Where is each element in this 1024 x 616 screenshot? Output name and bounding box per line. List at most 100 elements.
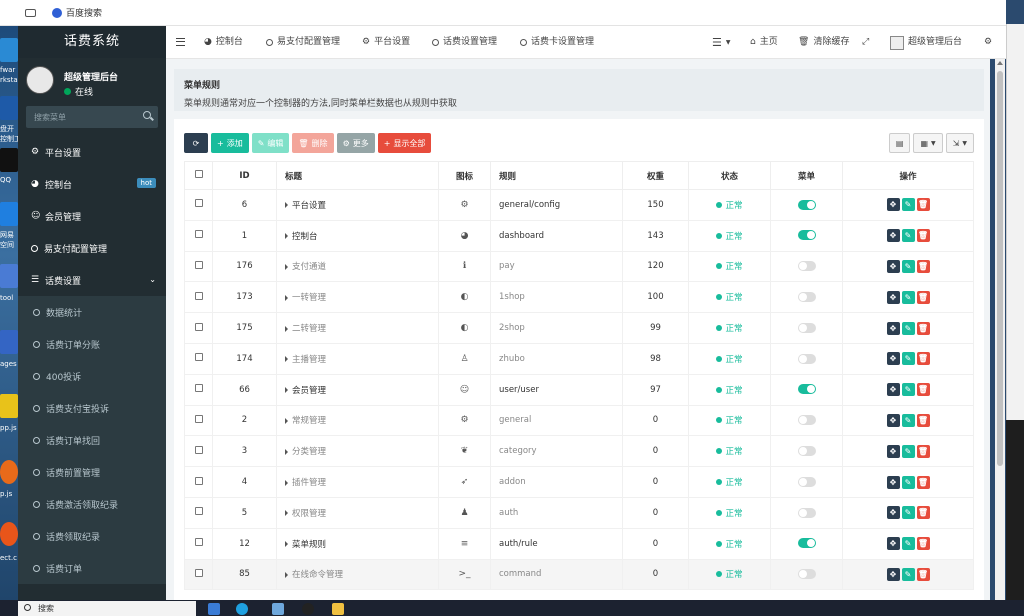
row-title-cell[interactable]: 平台设置 [276, 189, 439, 221]
delete-row-icon[interactable]: 🗑 [916, 229, 930, 243]
row-checkbox[interactable] [194, 538, 203, 547]
expand-caret-icon[interactable] [285, 294, 288, 301]
row-title-cell[interactable]: 会员管理 [276, 373, 439, 406]
edit-row-icon[interactable]: ✎ [901, 413, 915, 427]
row-title-cell[interactable]: 支付通道 [276, 250, 439, 283]
firefox-icon[interactable] [0, 522, 18, 546]
edit-row-icon[interactable]: ✎ [901, 198, 915, 212]
edit-row-icon[interactable]: ✎ [901, 383, 915, 397]
row-checkbox[interactable] [194, 476, 203, 485]
scroll-up-icon[interactable] [997, 61, 1003, 65]
menu-toggle[interactable] [797, 199, 816, 210]
sidebar-subitem[interactable]: 话费支付宝投诉 [18, 392, 166, 424]
menu-toggle[interactable] [797, 230, 816, 241]
col-menu[interactable]: 菜单 [770, 161, 843, 190]
baidu-bookmark[interactable]: 百度搜索 [52, 6, 102, 19]
sidebar-subitem[interactable]: 数据统计 [18, 296, 166, 328]
clear-cache-button[interactable]: 🗑 清除缓存 [798, 26, 849, 59]
drag-move-icon[interactable]: ✥ [886, 413, 900, 427]
tabs-dropdown-button[interactable]: ☰ ▼ [712, 26, 731, 59]
drag-move-icon[interactable]: ✥ [886, 259, 900, 273]
desktop-app-icon[interactable] [0, 330, 18, 354]
row-checkbox[interactable] [194, 230, 203, 239]
row-checkbox[interactable] [194, 199, 203, 208]
sidebar-item-phone-settings[interactable]: ☰ 话费设置 ⌄ [18, 264, 166, 296]
qq-icon[interactable] [0, 148, 18, 172]
delete-row-icon[interactable]: 🗑 [916, 198, 930, 212]
expand-caret-icon[interactable] [285, 541, 288, 548]
expand-caret-icon[interactable] [285, 479, 288, 486]
desktop-app-icon[interactable] [0, 394, 18, 418]
delete-row-icon[interactable]: 🗑 [916, 259, 930, 273]
drag-move-icon[interactable]: ✥ [886, 383, 900, 397]
sidebar-subitem[interactable]: 话费激活领取纪录 [18, 488, 166, 520]
select-all-checkbox[interactable] [194, 170, 203, 178]
table-row[interactable]: 5 权限管理 ♟ auth 0 正常 ✥ ✎ 🗑 [184, 496, 974, 529]
drag-move-icon[interactable]: ✥ [886, 537, 900, 551]
delete-row-icon[interactable]: 🗑 [916, 506, 930, 520]
row-checkbox[interactable] [194, 384, 203, 393]
table-row[interactable]: 4 插件管理 ➶ addon 0 正常 ✥ ✎ 🗑 [184, 466, 974, 498]
menu-toggle[interactable] [797, 446, 816, 457]
settings-button[interactable]: ⚙ [984, 26, 992, 59]
expand-caret-icon[interactable] [285, 510, 288, 517]
expand-caret-icon[interactable] [285, 356, 288, 363]
delete-row-icon[interactable]: 🗑 [916, 352, 930, 366]
row-title-cell[interactable]: 分类管理 [276, 435, 439, 468]
admin-menu[interactable]: 超级管理后台 [890, 26, 962, 59]
table-row[interactable]: 3 分类管理 ❦ category 0 正常 ✥ ✎ 🗑 [184, 435, 974, 468]
table-row[interactable]: 176 支付通道 ℹ pay 120 正常 ✥ ✎ 🗑 [184, 250, 974, 283]
expand-caret-icon[interactable] [285, 571, 288, 578]
menu-toggle[interactable] [797, 353, 816, 364]
row-title-cell[interactable]: 主播管理 [276, 342, 439, 375]
delete-row-icon[interactable]: 🗑 [916, 475, 930, 489]
edit-row-icon[interactable]: ✎ [901, 475, 915, 489]
row-checkbox[interactable] [194, 445, 203, 454]
sidebar-search-input[interactable] [26, 106, 158, 128]
menu-toggle[interactable] [797, 569, 816, 580]
drag-move-icon[interactable]: ✥ [886, 506, 900, 520]
delete-row-icon[interactable]: 🗑 [916, 413, 930, 427]
table-row[interactable]: 174 主播管理 ♙ zhubo 98 正常 ✥ ✎ 🗑 [184, 342, 974, 375]
taskbar-search[interactable]: 搜索 [18, 601, 196, 616]
desktop-app-icon[interactable] [0, 38, 18, 62]
delete-row-icon[interactable]: 🗑 [916, 383, 930, 397]
expand-caret-icon[interactable] [285, 233, 288, 240]
refresh-button[interactable]: ⟳ [184, 133, 208, 153]
row-checkbox[interactable] [194, 568, 203, 577]
sidebar-subitem[interactable]: 话费前置管理 [18, 456, 166, 488]
table-row[interactable]: 2 常规管理 ⚙ general 0 正常 ✥ ✎ 🗑 [184, 404, 974, 437]
delete-row-icon[interactable]: 🗑 [916, 567, 930, 581]
sidebar-item-members[interactable]: ☺ 会员管理 [18, 200, 166, 232]
sidebar-item-epay-config[interactable]: 易支付配置管理 [18, 232, 166, 264]
expand-caret-icon[interactable] [285, 263, 288, 270]
menu-toggle[interactable] [797, 476, 816, 487]
row-checkbox[interactable] [194, 322, 203, 331]
edit-row-icon[interactable]: ✎ [901, 567, 915, 581]
row-title-cell[interactable]: 一转管理 [276, 281, 439, 314]
col-id[interactable]: ID [212, 161, 277, 190]
menu-toggle[interactable] [797, 322, 816, 333]
home-link[interactable]: ⌂ 主页 [750, 26, 778, 59]
edit-row-icon[interactable]: ✎ [901, 321, 915, 335]
drag-move-icon[interactable]: ✥ [886, 352, 900, 366]
netease-icon[interactable] [0, 202, 18, 226]
expand-caret-icon[interactable] [285, 325, 288, 332]
edit-row-icon[interactable]: ✎ [901, 506, 915, 520]
edge-icon[interactable] [236, 603, 248, 615]
col-title[interactable]: 标题 [276, 161, 439, 190]
edit-row-icon[interactable]: ✎ [901, 537, 915, 551]
add-button[interactable]: + 添加 [211, 133, 249, 153]
sidebar-item-platform-settings[interactable]: ⚙ 平台设置 [18, 136, 166, 168]
drag-move-icon[interactable]: ✥ [886, 321, 900, 335]
table-row[interactable]: 173 一转管理 ◐ 1shop 100 正常 ✥ ✎ 🗑 [184, 281, 974, 314]
row-title-cell[interactable]: 常规管理 [276, 404, 439, 437]
delete-row-icon[interactable]: 🗑 [916, 290, 930, 304]
row-checkbox[interactable] [194, 291, 203, 300]
table-row[interactable]: 175 二转管理 ◐ 2shop 99 正常 ✥ ✎ 🗑 [184, 312, 974, 344]
menu-toggle[interactable] [797, 507, 816, 518]
tab-epay-config[interactable]: 易支付配置管理 [266, 26, 340, 59]
row-checkbox[interactable] [194, 260, 203, 269]
expand-caret-icon[interactable] [285, 202, 288, 209]
drag-move-icon[interactable]: ✥ [886, 475, 900, 489]
